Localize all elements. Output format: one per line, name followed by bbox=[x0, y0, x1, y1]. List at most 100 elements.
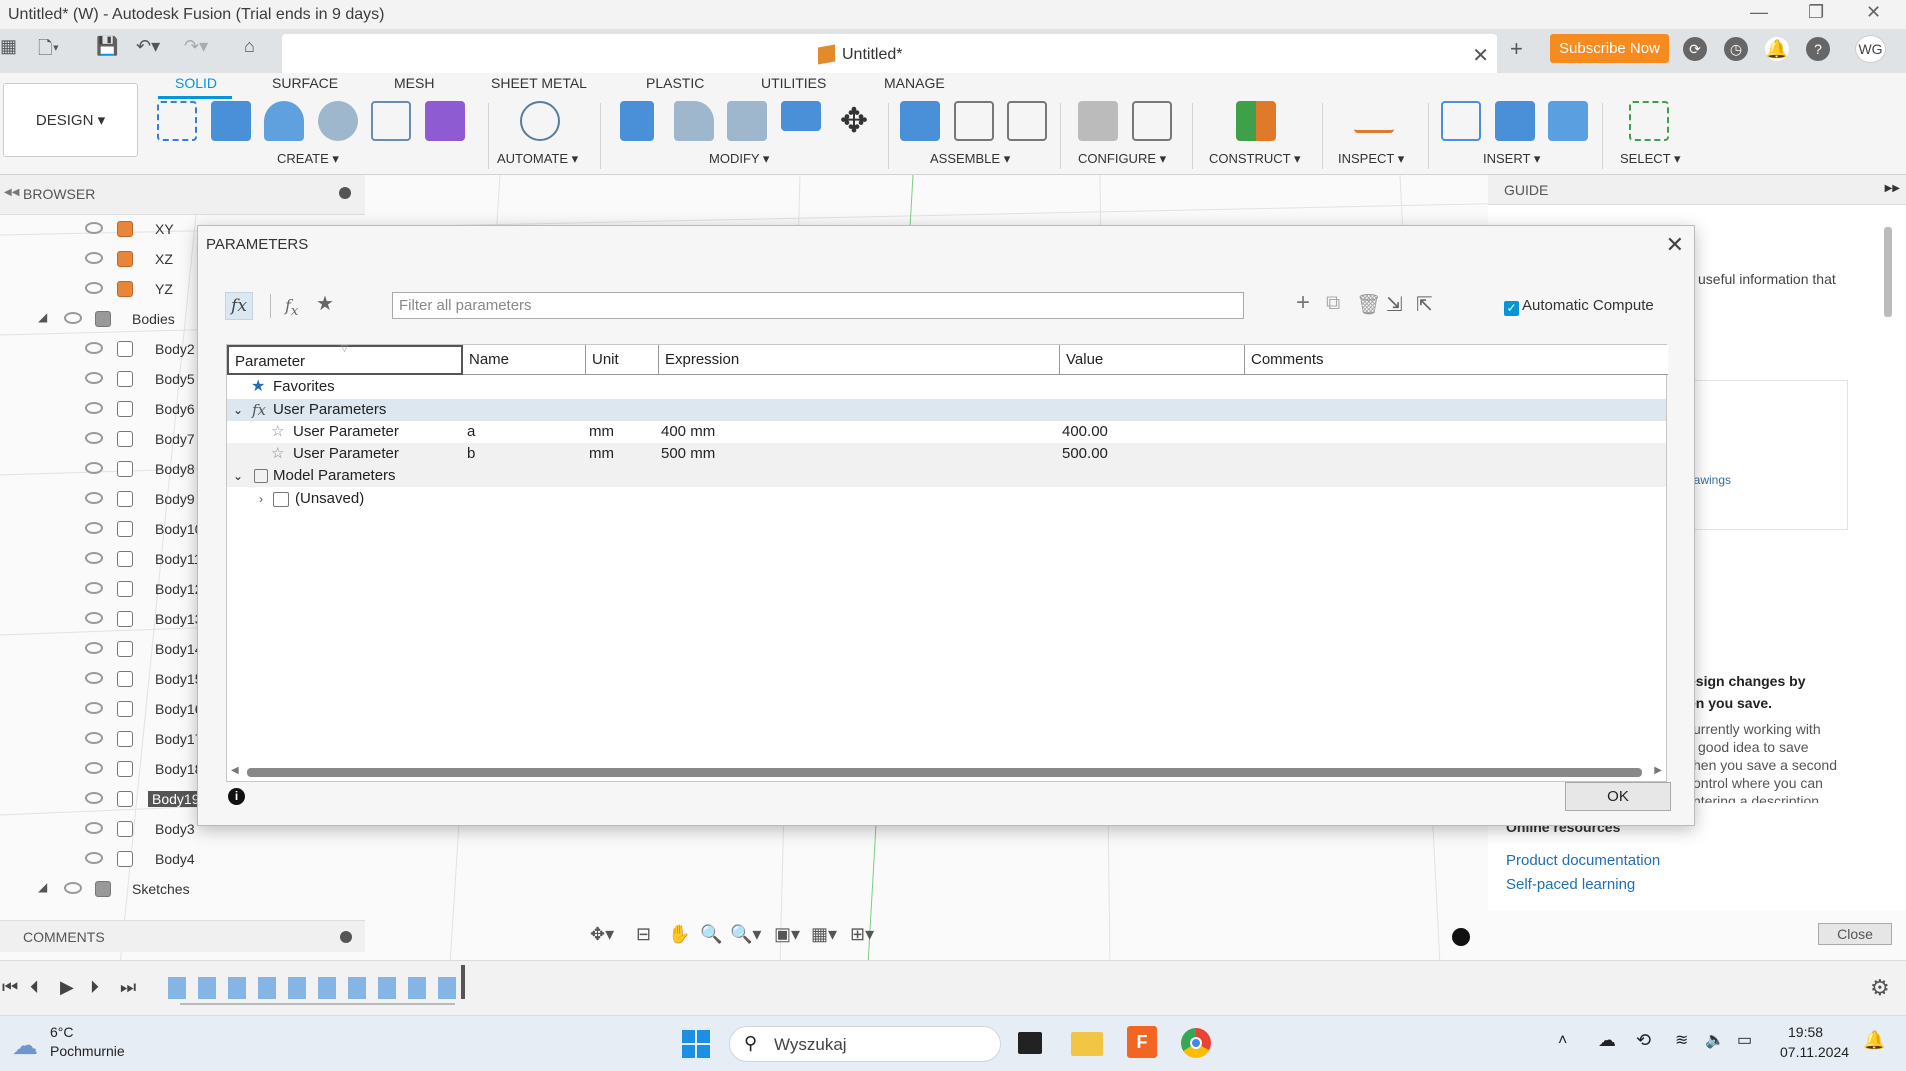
document-tab[interactable]: Untitled* ✕ bbox=[282, 34, 1497, 73]
browser-item-body[interactable]: Body4 bbox=[0, 845, 200, 875]
cell-expression[interactable]: 400 mm bbox=[661, 421, 715, 443]
press-pull-icon[interactable] bbox=[620, 101, 654, 141]
move-icon[interactable]: ✥ bbox=[834, 101, 874, 141]
collapse-left-icon[interactable]: ◀◀ bbox=[4, 187, 19, 198]
file-explorer-icon[interactable] bbox=[1071, 1032, 1103, 1056]
tray-chevron-icon[interactable]: ˄ bbox=[1558, 1032, 1567, 1050]
scroll-right-icon[interactable]: ▶ bbox=[1654, 765, 1662, 776]
configure-menu[interactable]: CONFIGURE ▾ bbox=[1078, 151, 1166, 167]
wifi-icon[interactable]: ≋ bbox=[1675, 1030, 1688, 1050]
tab-solid[interactable]: SOLID bbox=[175, 75, 217, 91]
new-tab-icon[interactable]: + bbox=[1510, 36, 1523, 62]
eye-icon[interactable] bbox=[85, 732, 103, 744]
timeline-features[interactable] bbox=[168, 977, 460, 999]
restore-icon[interactable]: ❐ bbox=[1808, 2, 1824, 23]
browser-item-body[interactable]: Body8 bbox=[0, 455, 200, 485]
sync-icon[interactable]: ⟲ bbox=[1636, 1030, 1651, 1051]
close-window-icon[interactable]: ✕ bbox=[1866, 2, 1881, 23]
pattern-icon[interactable] bbox=[371, 101, 411, 141]
filter-parameters-input[interactable] bbox=[392, 292, 1244, 319]
favorite-star-outline-icon[interactable]: ☆ bbox=[271, 421, 284, 443]
browser-item-body[interactable]: Body7 bbox=[0, 425, 200, 455]
self-paced-learning-link[interactable]: Self-paced learning bbox=[1506, 876, 1635, 893]
look-at-icon[interactable]: ⊟ bbox=[636, 924, 651, 945]
eye-icon[interactable] bbox=[85, 432, 103, 444]
tab-surface[interactable]: SURFACE bbox=[272, 75, 338, 91]
browser-item-body[interactable]: Body2 bbox=[0, 335, 200, 365]
scrollbar-thumb[interactable] bbox=[247, 768, 1642, 777]
eye-icon[interactable] bbox=[85, 672, 103, 684]
export-parameters-icon[interactable]: ⇱ bbox=[1416, 292, 1433, 317]
chrome-icon[interactable] bbox=[1181, 1028, 1211, 1058]
import-parameters-icon[interactable]: ⇲ bbox=[1386, 292, 1403, 317]
collapse-triangle-icon[interactable]: ◢ bbox=[38, 310, 47, 324]
add-parameter-icon[interactable]: + bbox=[1296, 289, 1310, 317]
column-header-expression[interactable]: Expression bbox=[659, 345, 1060, 375]
fillet-icon[interactable] bbox=[674, 101, 714, 141]
zoom-window-icon[interactable]: 🔍▾ bbox=[730, 924, 761, 945]
eye-icon[interactable] bbox=[85, 852, 103, 864]
user-parameters-filter-icon[interactable]: fx bbox=[285, 296, 298, 319]
help-icon[interactable]: ? bbox=[1806, 37, 1830, 61]
eye-icon[interactable] bbox=[85, 702, 103, 714]
eye-icon[interactable] bbox=[85, 222, 103, 234]
battery-icon[interactable]: ▭ bbox=[1737, 1030, 1752, 1050]
file-menu-icon[interactable]: 🗋▾ bbox=[38, 36, 59, 66]
column-header-name[interactable]: Name bbox=[463, 345, 586, 375]
notification-bell-icon[interactable]: 🔔 bbox=[1863, 1030, 1885, 1051]
eye-icon[interactable] bbox=[85, 402, 103, 414]
avatar[interactable]: WG bbox=[1855, 35, 1886, 63]
product-documentation-link[interactable]: Product documentation bbox=[1506, 852, 1660, 869]
new-component-icon[interactable] bbox=[900, 101, 940, 141]
unsaved-component-row[interactable]: › (Unsaved) bbox=[227, 487, 1666, 511]
joint-icon[interactable] bbox=[954, 101, 994, 141]
favorites-filter-icon[interactable]: ★ bbox=[316, 291, 334, 316]
shell-icon[interactable] bbox=[781, 101, 821, 131]
eye-icon[interactable] bbox=[85, 792, 103, 804]
tab-manage[interactable]: MANAGE bbox=[884, 75, 945, 91]
tab-sheet-metal[interactable]: SHEET METAL bbox=[491, 75, 587, 91]
chevron-right-icon[interactable]: › bbox=[259, 487, 263, 511]
table-row[interactable]: ☆ User Parameter b mm 500 mm 500.00 bbox=[227, 443, 1666, 465]
tab-mesh[interactable]: MESH bbox=[394, 75, 434, 91]
settings-gear-icon[interactable]: ⚙ bbox=[1870, 975, 1890, 1001]
chamfer-icon[interactable] bbox=[727, 101, 767, 141]
copy-parameter-icon[interactable]: ⧉ bbox=[1326, 292, 1340, 315]
redo-icon[interactable]: ↷▾ bbox=[184, 36, 208, 57]
favorite-star-outline-icon[interactable]: ☆ bbox=[271, 443, 284, 465]
assemble-menu[interactable]: ASSEMBLE ▾ bbox=[930, 151, 1010, 167]
pan-icon[interactable]: ✋ bbox=[668, 924, 690, 945]
step-back-icon[interactable]: ⏴ bbox=[30, 977, 39, 998]
column-header-comments[interactable]: Comments bbox=[1245, 345, 1668, 375]
ok-button[interactable]: OK bbox=[1565, 782, 1671, 811]
eye-icon[interactable] bbox=[64, 312, 82, 324]
browser-item-body[interactable]: Body15 bbox=[0, 665, 202, 695]
extrude-icon[interactable] bbox=[211, 101, 251, 141]
onedrive-icon[interactable]: ☁ bbox=[1598, 1030, 1616, 1051]
scroll-left-icon[interactable]: ◀ bbox=[231, 765, 239, 776]
modify-menu[interactable]: MODIFY ▾ bbox=[709, 151, 769, 167]
cell-expression[interactable]: 500 mm bbox=[661, 443, 715, 465]
all-parameters-fx-icon[interactable]: fx bbox=[225, 292, 253, 320]
browser-item-body[interactable]: Body14 bbox=[0, 635, 202, 665]
browser-item-body[interactable]: Body16 bbox=[0, 695, 202, 725]
info-icon[interactable]: i bbox=[228, 788, 245, 805]
insert-canvas-icon[interactable] bbox=[1548, 101, 1588, 141]
guide-close-button[interactable]: Close bbox=[1818, 923, 1892, 945]
eye-icon[interactable] bbox=[85, 342, 103, 354]
eye-icon[interactable] bbox=[85, 642, 103, 654]
eye-icon[interactable] bbox=[64, 882, 82, 894]
guide-scrollbar[interactable] bbox=[1882, 205, 1894, 905]
eye-icon[interactable] bbox=[85, 762, 103, 774]
table-row[interactable]: ☆ User Parameter a mm 400 mm 400.00 bbox=[227, 421, 1666, 443]
cell-unit[interactable]: mm bbox=[589, 443, 614, 465]
browser-item-body[interactable]: Body5 bbox=[0, 365, 200, 395]
clock-date[interactable]: 07.11.2024 bbox=[1780, 1044, 1849, 1060]
undo-icon[interactable]: ↶▾ bbox=[136, 36, 160, 57]
zoom-icon[interactable]: 🔍 bbox=[700, 924, 722, 945]
cell-name[interactable]: b bbox=[467, 443, 475, 465]
tab-plastic[interactable]: PLASTIC bbox=[646, 75, 704, 91]
eye-icon[interactable] bbox=[85, 522, 103, 534]
go-to-end-icon[interactable]: ⏭ bbox=[120, 977, 136, 998]
task-view-icon[interactable] bbox=[1018, 1032, 1042, 1054]
